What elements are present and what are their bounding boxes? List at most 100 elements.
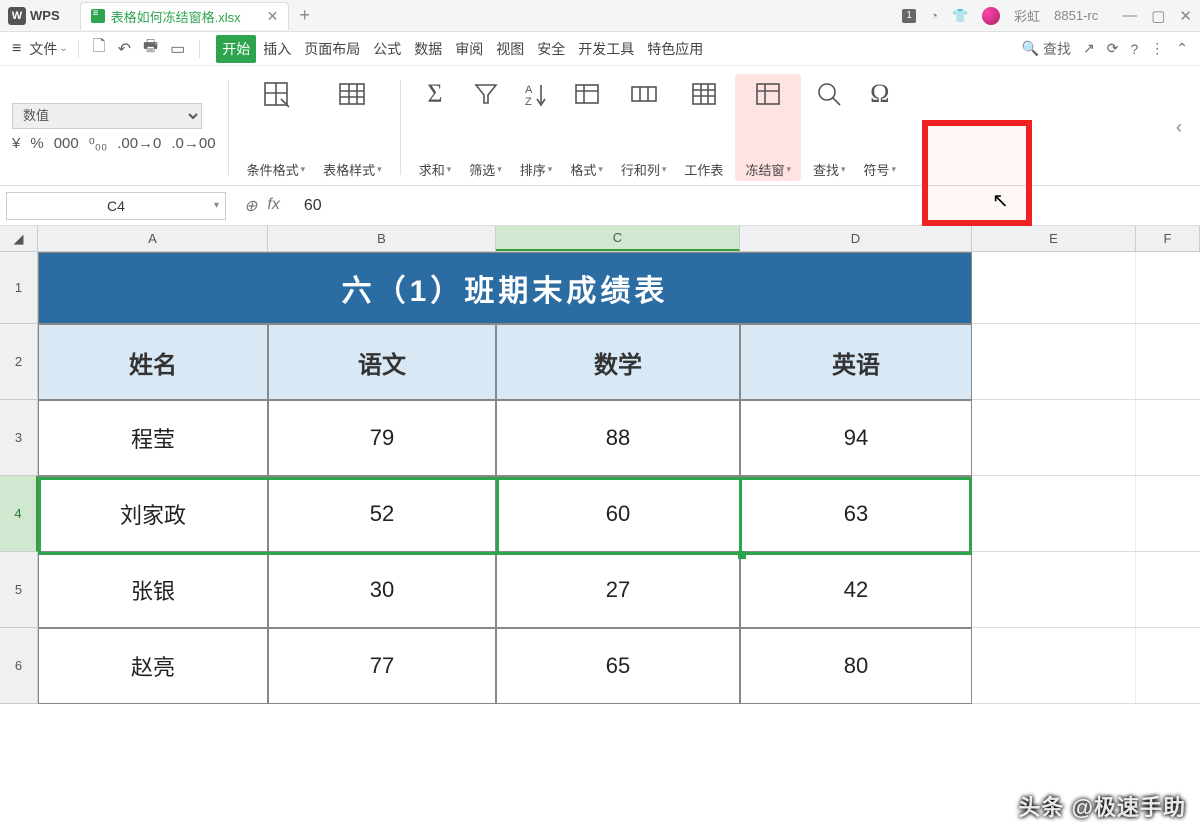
svg-text:Z: Z: [525, 96, 532, 108]
help-icon[interactable]: ?: [1130, 41, 1138, 57]
row-6[interactable]: 6: [0, 628, 38, 704]
tab-view[interactable]: 视图: [490, 35, 530, 63]
ribbon-scroll-left[interactable]: ‹: [1170, 117, 1188, 138]
col-C[interactable]: C: [496, 226, 740, 251]
cell-C5[interactable]: 27: [496, 552, 740, 628]
share-icon[interactable]: ↗: [1083, 40, 1095, 57]
cell-C6[interactable]: 65: [496, 628, 740, 704]
header-name[interactable]: 姓名: [38, 324, 268, 400]
filter-button[interactable]: 筛选▾: [463, 74, 508, 181]
header-chinese[interactable]: 语文: [268, 324, 496, 400]
cell-B5[interactable]: 30: [268, 552, 496, 628]
header-math[interactable]: 数学: [496, 324, 740, 400]
sync-icon[interactable]: ⟳: [1107, 40, 1119, 57]
cell-A3[interactable]: 程莹: [38, 400, 268, 476]
row-2[interactable]: 2: [0, 324, 38, 400]
cell-C3[interactable]: 88: [496, 400, 740, 476]
col-B[interactable]: B: [268, 226, 496, 251]
tab-developer[interactable]: 开发工具: [572, 35, 640, 63]
cell-D5[interactable]: 42: [740, 552, 972, 628]
fill-handle[interactable]: [738, 551, 746, 559]
preview-icon[interactable]: ▭: [166, 39, 189, 59]
header-english[interactable]: 英语: [740, 324, 972, 400]
sum-button[interactable]: Σ 求和▾: [413, 74, 458, 181]
ribbon-tabs: 开始 插入 页面布局 公式 数据 审阅 视图 安全 开发工具 特色应用: [216, 35, 709, 63]
build-label: 8851-rc: [1054, 8, 1098, 23]
select-all-corner[interactable]: ◢: [0, 226, 38, 251]
conditional-format-button[interactable]: 条件格式▾: [241, 74, 312, 181]
undo-icon[interactable]: ↶: [114, 39, 135, 59]
document-tab[interactable]: 表格如何冻结窗格.xlsx ✕: [80, 2, 290, 30]
print-icon[interactable]: 🖶: [139, 35, 162, 62]
fx-icon[interactable]: fx: [267, 196, 279, 216]
tab-insert[interactable]: 插入: [257, 35, 297, 63]
cell-C4[interactable]: 60: [496, 476, 740, 552]
col-E[interactable]: E: [972, 226, 1136, 251]
close-button[interactable]: ✕: [1179, 7, 1192, 25]
col-A[interactable]: A: [38, 226, 268, 251]
close-tab-icon[interactable]: ✕: [267, 8, 279, 25]
name-box[interactable]: C4 ▾: [6, 192, 226, 220]
table-style-button[interactable]: 表格样式▾: [317, 74, 388, 181]
dec-decrease-icon[interactable]: .00→0: [117, 135, 161, 152]
col-D[interactable]: D: [740, 226, 972, 251]
format-icon: [572, 76, 602, 112]
cell-D6[interactable]: 80: [740, 628, 972, 704]
skin-icon[interactable]: 👕: [952, 8, 968, 24]
thousands-icon[interactable]: 000: [54, 135, 79, 152]
format-button[interactable]: 格式▾: [564, 74, 609, 181]
search-button[interactable]: 🔍 查找: [1022, 39, 1071, 59]
ribbon: 数值 ¥ % 000 ⁰₀₀ .00→0 .0→00 条件格式▾ 表格样式▾ Σ…: [0, 66, 1200, 186]
currency-icon[interactable]: ¥: [12, 135, 20, 152]
number-format-group: 数值 ¥ % 000 ⁰₀₀ .00→0 .0→00: [12, 74, 216, 181]
spreadsheet-icon: [91, 9, 105, 23]
col-F[interactable]: F: [1136, 226, 1200, 251]
row-3[interactable]: 3: [0, 400, 38, 476]
symbol-button[interactable]: Ω 符号▾: [858, 74, 903, 181]
formula-input[interactable]: 60: [298, 197, 1200, 215]
cell-D3[interactable]: 94: [740, 400, 972, 476]
title-cell[interactable]: 六（1）班期末成绩表: [38, 252, 972, 324]
file-menu[interactable]: 文件 ⌄: [29, 39, 67, 59]
drop-icon[interactable]: ◔: [930, 8, 938, 23]
document-tabs: 表格如何冻结窗格.xlsx ✕ +: [80, 2, 902, 30]
user-avatar[interactable]: [982, 7, 1000, 25]
more-icon[interactable]: ⋮: [1150, 40, 1164, 57]
precision-icon[interactable]: ⁰₀₀: [89, 135, 107, 153]
tab-security[interactable]: 安全: [531, 35, 571, 63]
tab-start[interactable]: 开始: [216, 35, 256, 63]
worksheet-button[interactable]: 工作表: [678, 74, 729, 181]
tab-layout[interactable]: 页面布局: [298, 35, 366, 63]
cell-B3[interactable]: 79: [268, 400, 496, 476]
fx-zoom-icon[interactable]: ⊕: [244, 196, 257, 216]
cell-B6[interactable]: 77: [268, 628, 496, 704]
freeze-panes-button[interactable]: 冻结窗▾: [735, 74, 801, 181]
cell-B4[interactable]: 52: [268, 476, 496, 552]
notification-badge[interactable]: 1: [902, 9, 916, 23]
cell-A4[interactable]: 刘家政: [38, 476, 268, 552]
collapse-ribbon-icon[interactable]: ⌃: [1176, 40, 1188, 57]
cell-A6[interactable]: 赵亮: [38, 628, 268, 704]
tab-data[interactable]: 数据: [408, 35, 448, 63]
maximize-button[interactable]: ▢: [1151, 7, 1165, 25]
row-1[interactable]: 1: [0, 252, 38, 324]
find-button[interactable]: 查找▾: [807, 74, 852, 181]
window-controls: 1 ◔ 👕 彩虹 8851-rc — ▢ ✕: [902, 6, 1192, 25]
tab-formula[interactable]: 公式: [367, 35, 407, 63]
percent-icon[interactable]: %: [30, 135, 43, 152]
row-5[interactable]: 5: [0, 552, 38, 628]
rowcol-button[interactable]: 行和列▾: [615, 74, 673, 181]
hamburger-icon[interactable]: ≡: [12, 40, 21, 58]
tab-special[interactable]: 特色应用: [641, 35, 709, 63]
number-format-select[interactable]: 数值: [12, 103, 202, 129]
save-icon[interactable]: 🗋: [89, 35, 110, 62]
rowcol-icon: [629, 76, 659, 112]
cell-A5[interactable]: 张银: [38, 552, 268, 628]
sort-button[interactable]: AZ 排序▾: [514, 74, 559, 181]
cell-D4[interactable]: 63: [740, 476, 972, 552]
dec-increase-icon[interactable]: .0→00: [171, 135, 215, 152]
row-4[interactable]: 4: [0, 476, 38, 552]
tab-review[interactable]: 审阅: [449, 35, 489, 63]
new-tab-button[interactable]: +: [299, 5, 310, 26]
minimize-button[interactable]: —: [1122, 7, 1137, 25]
